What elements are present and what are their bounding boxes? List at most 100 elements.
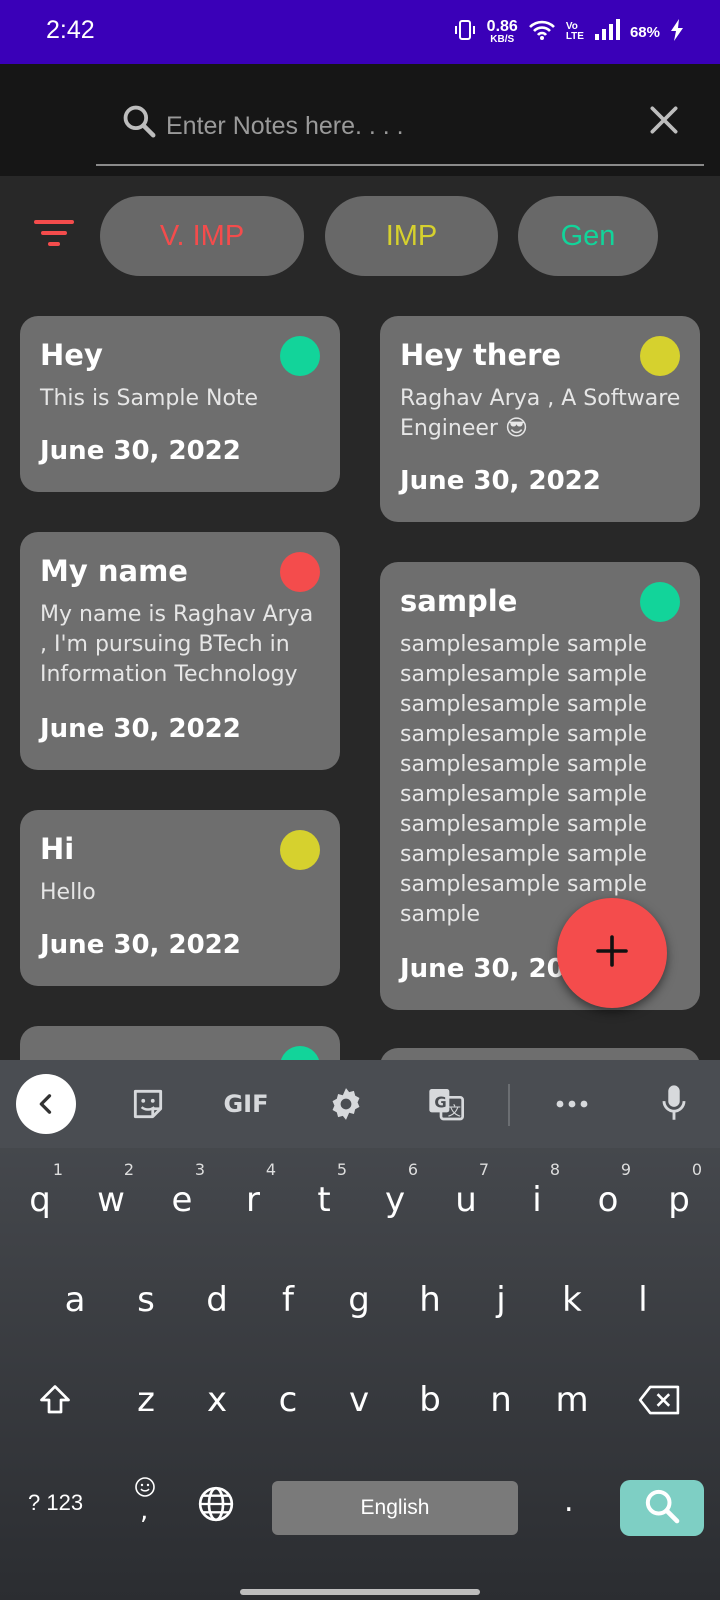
key-u[interactable]: u7: [433, 1158, 499, 1242]
note-title: sample: [400, 584, 518, 618]
note-body: Raghav Arya , A Software Engineer 😎: [400, 386, 681, 441]
backspace-key[interactable]: [626, 1362, 692, 1446]
filter-chip-label: Gen: [560, 219, 616, 252]
close-icon[interactable]: [644, 100, 684, 144]
note-card[interactable]: Hey This is Sample Note June 30, 2022: [20, 316, 340, 492]
key-v[interactable]: v: [326, 1358, 392, 1442]
gif-label: GIF: [223, 1090, 269, 1118]
key-n[interactable]: n: [468, 1358, 534, 1442]
charging-icon: [670, 18, 684, 46]
key-g[interactable]: g: [326, 1258, 392, 1342]
key-w[interactable]: w2: [78, 1158, 144, 1242]
priority-dot: [280, 552, 320, 592]
key-p[interactable]: p0: [646, 1158, 712, 1242]
key-r[interactable]: r4: [220, 1158, 286, 1242]
key-label: e: [171, 1180, 193, 1220]
key-q[interactable]: q1: [7, 1158, 73, 1242]
key-label: j: [496, 1280, 506, 1320]
microphone-icon[interactable]: [644, 1074, 704, 1134]
key-j[interactable]: j: [468, 1258, 534, 1342]
note-date: June 30, 2022: [40, 930, 241, 960]
navigation-handle[interactable]: [240, 1589, 480, 1595]
priority-dot: [640, 582, 680, 622]
battery-percent: 68%: [629, 23, 660, 41]
filter-chip-label: V. IMP: [159, 219, 245, 252]
key-c[interactable]: c: [255, 1358, 321, 1442]
key-label: i: [532, 1180, 542, 1220]
filter-chip-important[interactable]: IMP: [325, 196, 498, 276]
key-m[interactable]: m: [539, 1358, 605, 1442]
more-icon[interactable]: [542, 1074, 602, 1134]
key-t[interactable]: t5: [291, 1158, 357, 1242]
note-date: June 30, 2022: [40, 436, 241, 466]
network-speed-unit: KB/S: [490, 34, 515, 45]
key-y[interactable]: y6: [362, 1158, 428, 1242]
key-z[interactable]: z: [113, 1358, 179, 1442]
search-icon: [642, 1486, 682, 1530]
back-icon[interactable]: [16, 1074, 76, 1134]
keyboard-search-key[interactable]: [620, 1480, 704, 1536]
sticker-icon[interactable]: [118, 1074, 178, 1134]
shift-icon: [36, 1382, 74, 1427]
gif-icon[interactable]: GIF: [216, 1074, 276, 1134]
key-s[interactable]: s: [113, 1258, 179, 1342]
key-label: w: [97, 1180, 125, 1220]
key-label: n: [490, 1380, 512, 1420]
key-x[interactable]: x: [184, 1358, 250, 1442]
comma-label: ,: [140, 1496, 149, 1526]
globe-icon[interactable]: [196, 1484, 236, 1528]
filter-chip-general[interactable]: Gen: [518, 196, 658, 276]
key-d[interactable]: d: [184, 1258, 250, 1342]
key-l[interactable]: l: [610, 1258, 676, 1342]
note-body: Hello: [40, 880, 96, 905]
key-label: d: [206, 1280, 228, 1320]
filter-chip-very-important[interactable]: V. IMP: [100, 196, 304, 276]
key-hint: 1: [52, 1160, 63, 1179]
note-card[interactable]: Hi Hello June 30, 2022: [20, 810, 340, 986]
key-label: b: [419, 1380, 441, 1420]
key-hint: 8: [549, 1160, 560, 1179]
backspace-icon: [637, 1384, 681, 1425]
note-title: My name: [40, 554, 188, 588]
key-h[interactable]: h: [397, 1258, 463, 1342]
filter-icon[interactable]: [34, 218, 74, 254]
space-key[interactable]: English: [272, 1481, 518, 1535]
key-o[interactable]: o9: [575, 1158, 641, 1242]
key-i[interactable]: i8: [504, 1158, 570, 1242]
note-card[interactable]: Hey there Raghav Arya , A Software Engin…: [380, 316, 700, 522]
search-input[interactable]: [166, 104, 626, 148]
add-note-button[interactable]: [557, 898, 667, 1008]
note-title: Hey there: [400, 338, 562, 372]
svg-text:文: 文: [448, 1104, 461, 1120]
note-title: Hey: [40, 338, 103, 372]
key-e[interactable]: e3: [149, 1158, 215, 1242]
key-label: c: [278, 1380, 298, 1420]
signal-icon: [594, 18, 620, 46]
status-time: 2:42: [46, 16, 95, 44]
key-label: a: [64, 1280, 86, 1320]
key-label: h: [419, 1280, 441, 1320]
key-hint: 0: [691, 1160, 702, 1179]
translate-icon[interactable]: G文: [416, 1074, 476, 1134]
period-key[interactable]: .: [564, 1484, 574, 1519]
shift-key[interactable]: [22, 1362, 88, 1446]
status-bar: 2:42 0.86 KB/S Vo LTE 68%: [0, 0, 720, 64]
key-label: f: [282, 1280, 294, 1320]
key-label: m: [555, 1380, 589, 1420]
key-k[interactable]: k: [539, 1258, 605, 1342]
key-b[interactable]: b: [397, 1358, 463, 1442]
priority-dot: [280, 336, 320, 376]
key-hint: 6: [407, 1160, 418, 1179]
symbols-key[interactable]: ? 123: [28, 1490, 83, 1516]
key-f[interactable]: f: [255, 1258, 321, 1342]
volte-bottom: LTE: [565, 31, 584, 42]
emoji-comma-key[interactable]: ,: [130, 1476, 160, 1532]
gear-icon[interactable]: [316, 1074, 376, 1134]
note-date: June 30, 2022: [400, 466, 601, 496]
note-date: June 30, 2022: [40, 714, 241, 744]
key-a[interactable]: a: [42, 1258, 108, 1342]
priority-dot: [280, 830, 320, 870]
note-card[interactable]: My name My name is Raghav Arya , I'm pur…: [20, 532, 340, 770]
key-label: g: [348, 1280, 370, 1320]
priority-dot: [640, 336, 680, 376]
